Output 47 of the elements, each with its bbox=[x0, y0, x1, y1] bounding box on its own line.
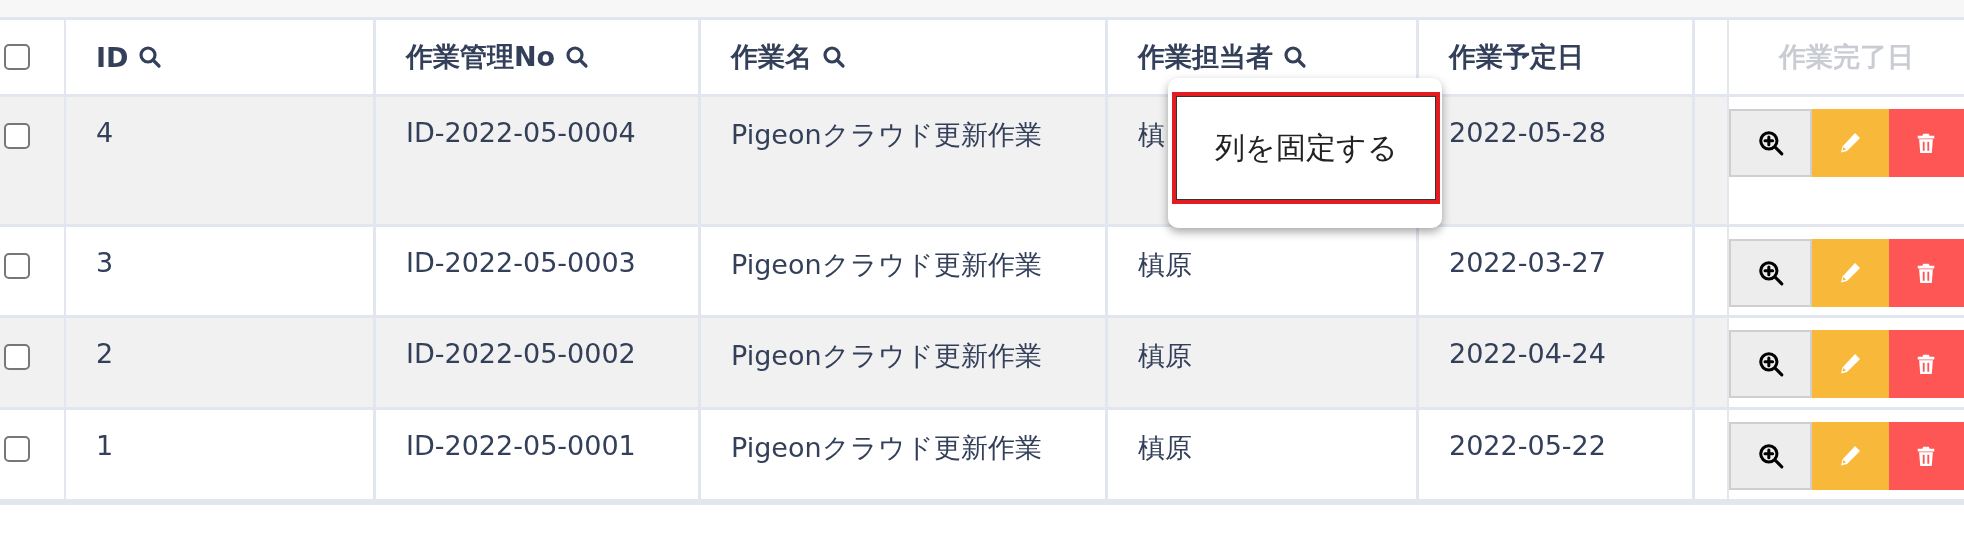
pencil-icon bbox=[1838, 444, 1863, 468]
checkbox[interactable] bbox=[4, 123, 30, 149]
table-cell: 2022-04-24 bbox=[1449, 338, 1606, 369]
delete-button[interactable] bbox=[1888, 239, 1964, 307]
table-cell-text: Pigeonクラウド更新作業 bbox=[731, 339, 1042, 373]
table-cell-text: 槙 bbox=[1138, 118, 1165, 152]
table-cell: 2022-05-22 bbox=[1449, 430, 1606, 461]
checkbox[interactable] bbox=[4, 44, 30, 70]
pencil-icon bbox=[1838, 352, 1863, 376]
view-button[interactable] bbox=[1729, 422, 1813, 490]
zoom-in-icon bbox=[1757, 351, 1784, 377]
zoom-in-icon bbox=[1757, 260, 1784, 286]
delete-button[interactable] bbox=[1888, 330, 1964, 398]
checkbox[interactable] bbox=[4, 344, 30, 370]
table-cell: ID-2022-05-0002 bbox=[406, 338, 636, 369]
table-cell: ID-2022-05-0003 bbox=[406, 247, 636, 278]
column-header[interactable]: 作業担当者 bbox=[1138, 39, 1273, 75]
column-header[interactable]: 作業名 bbox=[731, 39, 812, 75]
column-header[interactable]: 作業管理No bbox=[406, 39, 556, 75]
table-cell: 2 bbox=[96, 338, 114, 369]
delete-button[interactable] bbox=[1888, 422, 1964, 490]
pencil-icon bbox=[1838, 261, 1863, 285]
table-cell: 2022-05-28 bbox=[1449, 117, 1606, 148]
view-button[interactable] bbox=[1729, 330, 1813, 398]
view-button[interactable] bbox=[1729, 239, 1813, 307]
table-cell: ID-2022-05-0004 bbox=[406, 117, 636, 148]
table-cell-text: 槙原 bbox=[1138, 431, 1192, 465]
table-cell: 4 bbox=[96, 117, 114, 148]
menu-item[interactable]: 列を固定する bbox=[1172, 92, 1440, 204]
table-cell: ID-2022-05-0001 bbox=[406, 430, 636, 461]
table-cell-text: Pigeonクラウド更新作業 bbox=[731, 248, 1042, 282]
checkbox[interactable] bbox=[4, 436, 30, 462]
column-header[interactable]: ID bbox=[96, 41, 129, 73]
zoom-in-icon bbox=[1757, 443, 1784, 469]
pencil-icon bbox=[1838, 131, 1863, 155]
checkbox[interactable] bbox=[4, 253, 30, 279]
table-cell: 2022-03-27 bbox=[1449, 247, 1606, 278]
view-button[interactable] bbox=[1729, 109, 1813, 177]
table-cell-text: Pigeonクラウド更新作業 bbox=[731, 118, 1042, 152]
table-cell: 1 bbox=[96, 430, 114, 461]
table-cell-text: 槙原 bbox=[1138, 339, 1192, 373]
zoom-in-icon bbox=[1757, 130, 1784, 156]
table-cell-text: Pigeonクラウド更新作業 bbox=[731, 431, 1042, 465]
table-cell: 3 bbox=[96, 247, 114, 278]
delete-button[interactable] bbox=[1888, 109, 1964, 177]
column-header[interactable]: 作業予定日 bbox=[1449, 39, 1584, 75]
table-cell-text: 槙原 bbox=[1138, 248, 1192, 282]
